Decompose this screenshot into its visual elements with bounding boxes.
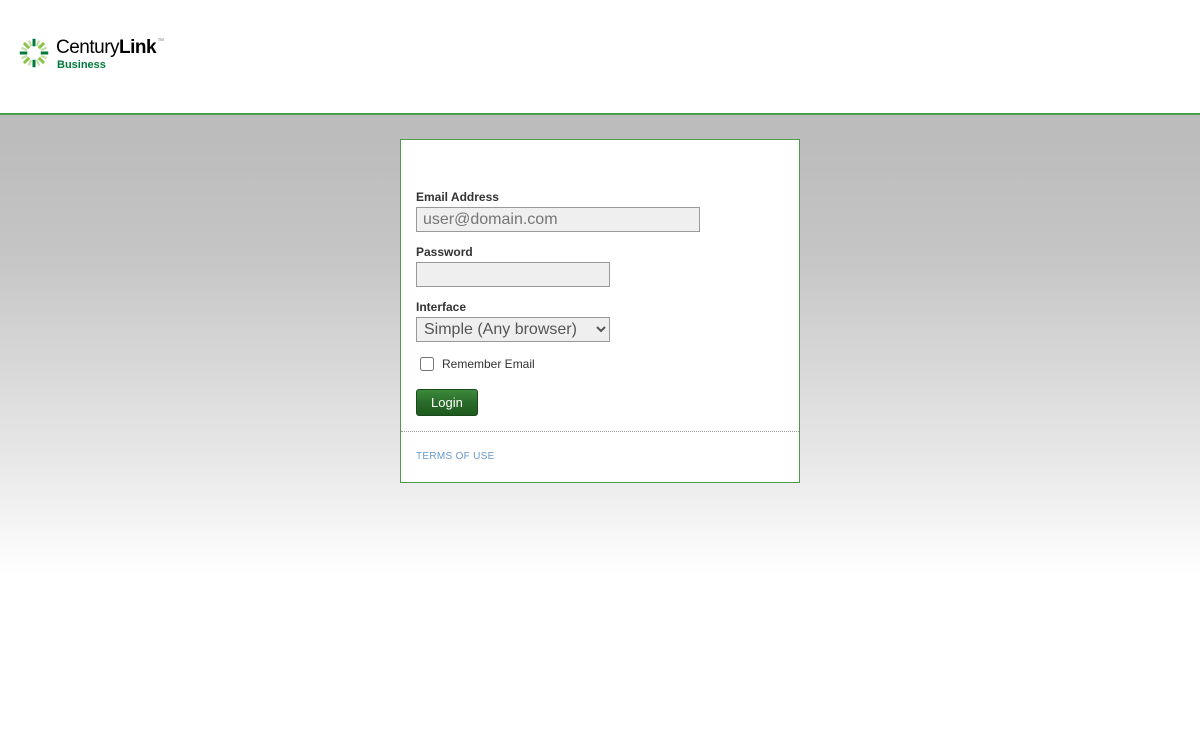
interface-select[interactable]: Simple (Any browser) [416,317,610,342]
logo: CenturyLink™ Business [19,38,1200,71]
password-group: Password [416,245,784,287]
login-panel: Email Address Password Interface Simple … [400,139,800,483]
remember-label: Remember Email [442,357,535,371]
content-area: Email Address Password Interface Simple … [0,115,1200,577]
email-group: Email Address [416,190,784,232]
interface-label: Interface [416,300,784,314]
password-field[interactable] [416,262,610,287]
remember-checkbox[interactable] [420,357,434,371]
terms-link[interactable]: TERMS OF USE [416,451,495,462]
interface-group: Interface Simple (Any browser) [416,300,784,342]
remember-group: Remember Email [416,357,784,371]
logo-sub-brand: Business [57,60,164,71]
email-label: Email Address [416,190,784,204]
email-field[interactable] [416,207,700,232]
logo-brand-name: CenturyLink™ [56,38,164,57]
starburst-icon [19,38,49,68]
login-footer: TERMS OF USE [401,431,799,482]
header: CenturyLink™ Business [0,0,1200,115]
login-button[interactable]: Login [416,389,478,416]
logo-text: CenturyLink™ Business [56,38,164,71]
login-form: Email Address Password Interface Simple … [401,140,799,431]
password-label: Password [416,245,784,259]
